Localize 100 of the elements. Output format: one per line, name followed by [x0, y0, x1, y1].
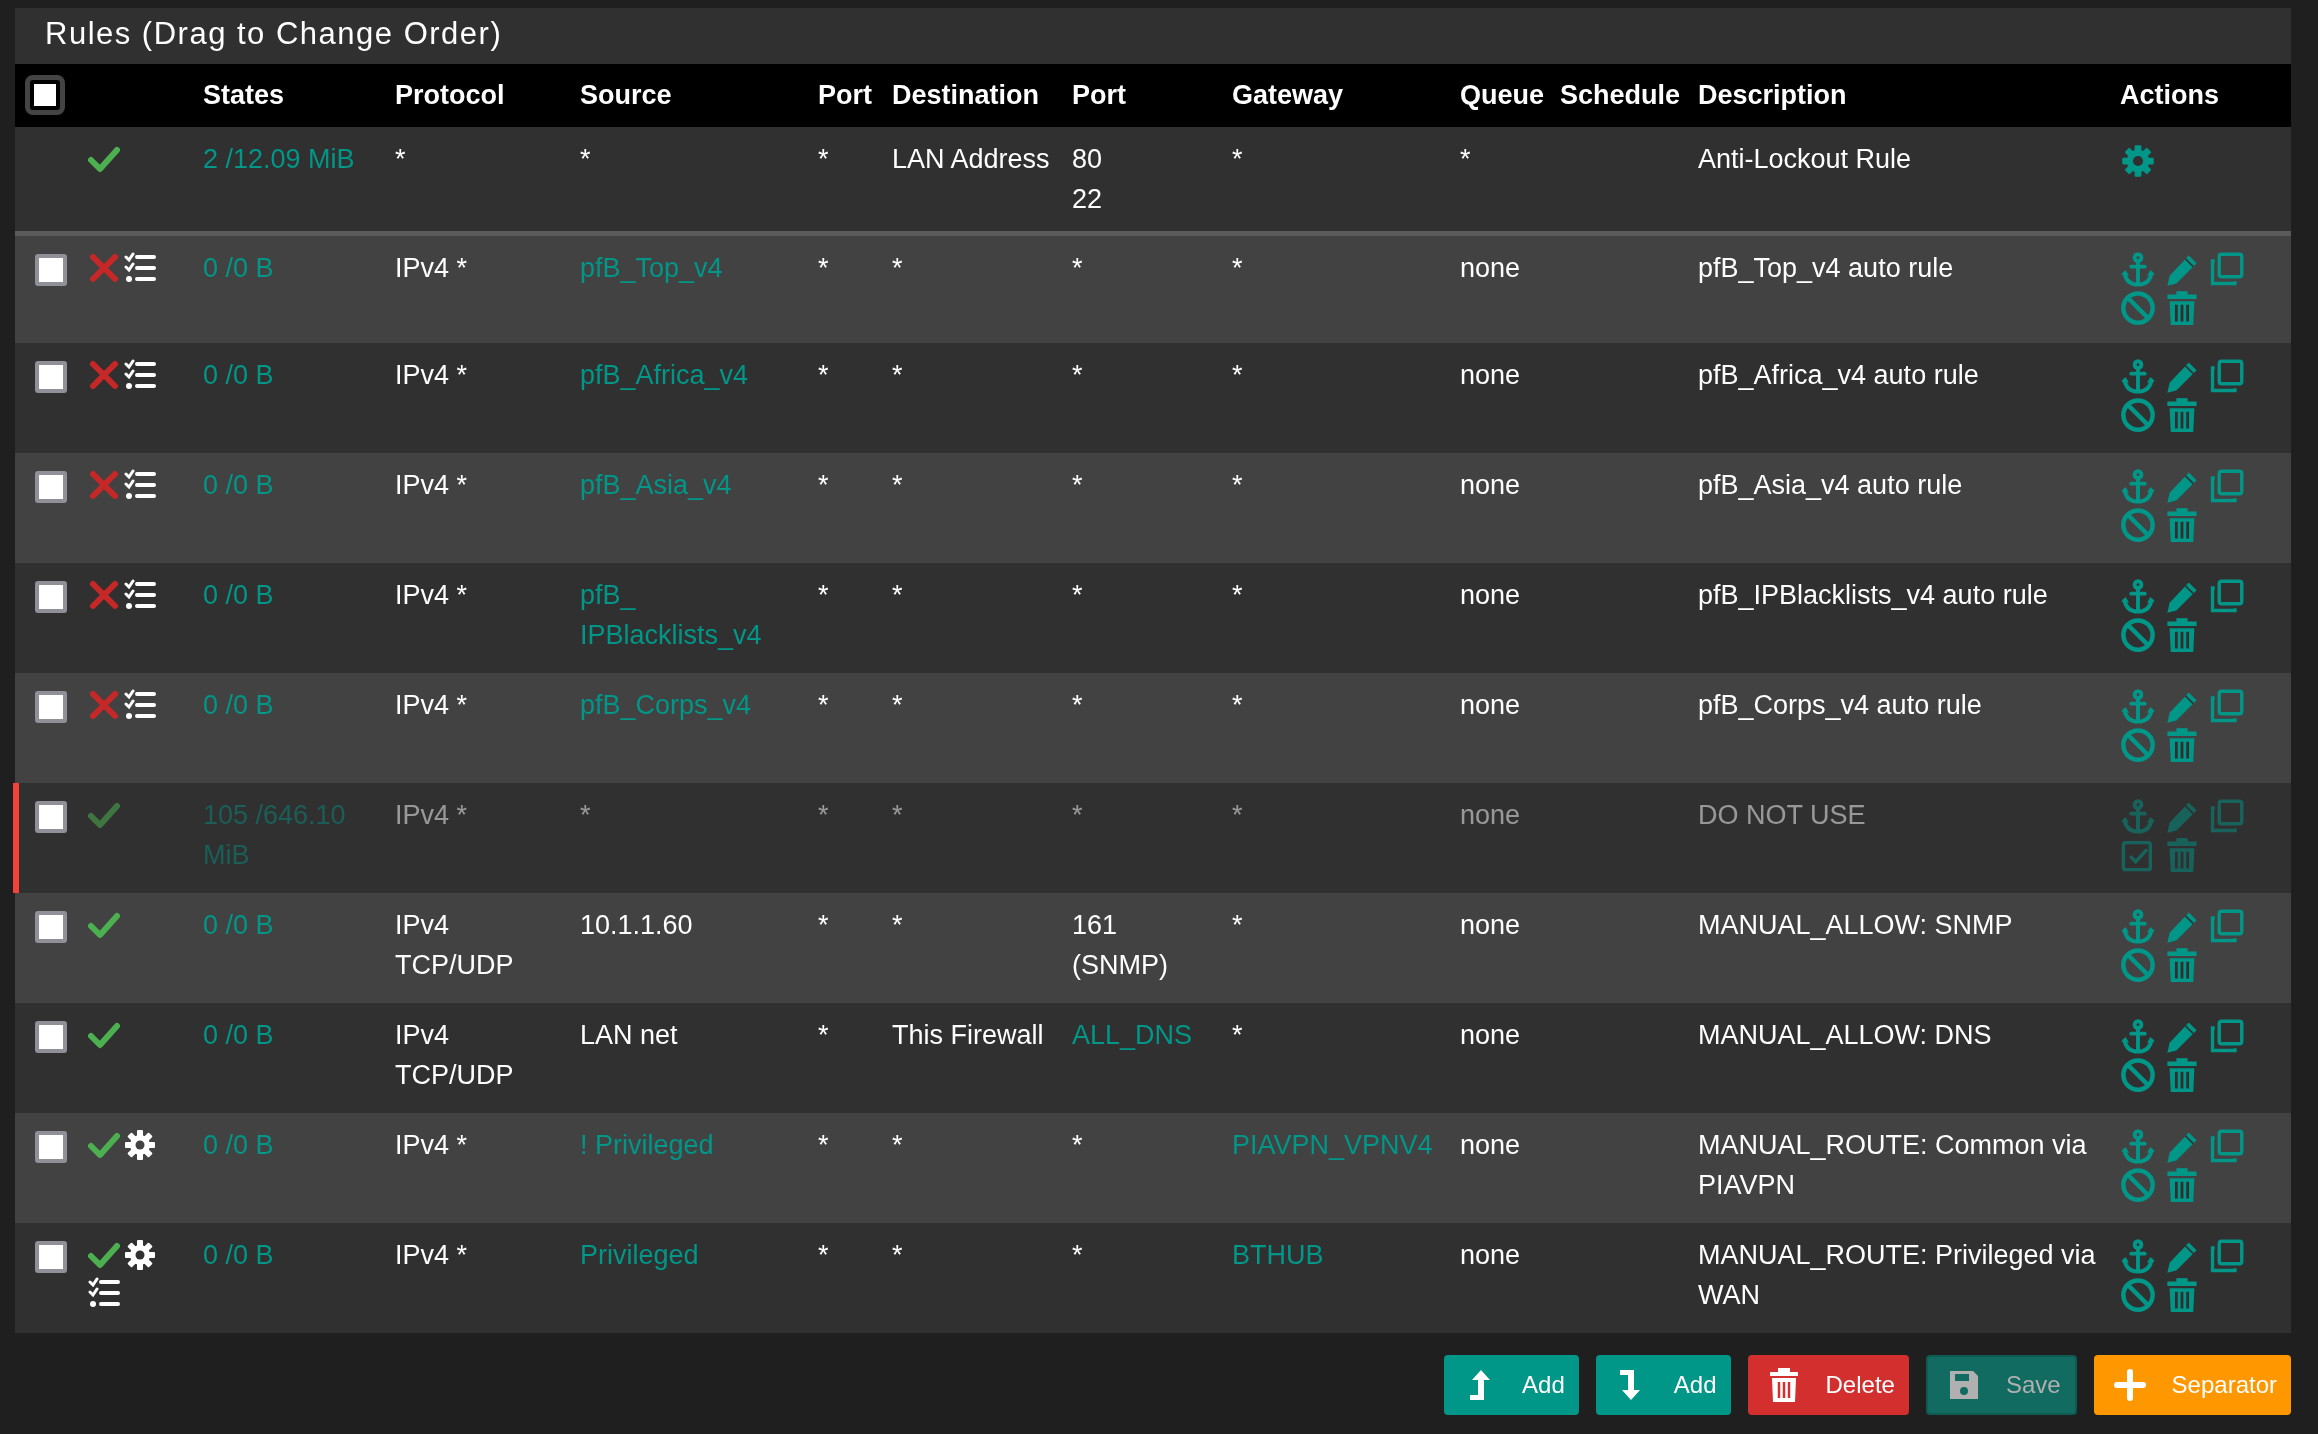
- copy-icon[interactable]: [2208, 469, 2244, 505]
- port-link[interactable]: ALL_DNS: [1072, 1015, 1193, 1055]
- gateway-link[interactable]: PIAVPN_VPNV4: [1232, 1125, 1433, 1165]
- trash-icon[interactable]: [2164, 507, 2200, 543]
- destination-text: *: [892, 251, 903, 285]
- anchor-icon[interactable]: [2120, 909, 2156, 945]
- rule-row[interactable]: 0 /0 B IPv4 * ! Privileged * * * PIAVPN_VPNV4 none MANUAL_ROUTE: Common via PIAVPN: [15, 1113, 2291, 1223]
- states-link[interactable]: 0 /0 B: [203, 355, 274, 395]
- states-link[interactable]: 0 /0 B: [203, 575, 274, 615]
- port-text: *: [818, 799, 829, 832]
- ban-icon[interactable]: [2120, 947, 2156, 983]
- ban-icon[interactable]: [2120, 1277, 2156, 1313]
- rule-row[interactable]: 0 /0 B IPv4 TCP/UDP LAN net * This Firewall ALL_DNS * none MANUAL_ALLOW: DNS: [15, 1003, 2291, 1113]
- copy-icon[interactable]: [2208, 1239, 2244, 1275]
- queue-text: none: [1460, 1019, 1521, 1052]
- anchor-icon[interactable]: [2120, 469, 2156, 505]
- gateway-link[interactable]: BTHUB: [1232, 1235, 1324, 1275]
- anchor-icon[interactable]: [2120, 251, 2156, 288]
- anchor-icon[interactable]: [2120, 1019, 2156, 1055]
- source-link[interactable]: pfB_Africa_v4: [580, 355, 749, 395]
- copy-icon[interactable]: [2208, 909, 2244, 945]
- column-header: Schedule: [1560, 80, 1681, 110]
- protocol-text: IPv4 *: [395, 469, 468, 502]
- copy-icon[interactable]: [2208, 359, 2244, 395]
- row-checkbox[interactable]: [35, 691, 67, 723]
- states-link[interactable]: 0 /0 B: [203, 685, 274, 725]
- rule-row[interactable]: 0 /0 B IPv4 * pfB_Corps_v4 * * * * none pfB_Corps_v4 auto rule: [15, 673, 2291, 783]
- delete-button[interactable]: Delete: [1747, 1355, 1909, 1415]
- gateway-text: *: [1232, 143, 1243, 176]
- row-checkbox[interactable]: [35, 471, 67, 503]
- states-link[interactable]: 2 /12.09 MiB: [203, 139, 355, 179]
- anchor-icon[interactable]: [2120, 689, 2156, 725]
- ban-icon[interactable]: [2120, 507, 2156, 543]
- port-text: *: [818, 689, 829, 722]
- ban-icon[interactable]: [2120, 1167, 2156, 1203]
- source-link[interactable]: pfB_Corps_v4: [580, 685, 752, 725]
- row-checkbox[interactable]: [35, 1131, 67, 1163]
- trash-icon[interactable]: [2164, 617, 2200, 653]
- copy-icon[interactable]: [2208, 1129, 2244, 1165]
- anchor-icon[interactable]: [2120, 1239, 2156, 1275]
- rule-row[interactable]: 2 /12.09 MiB * * * LAN Address 80 22 * * Anti-Lockout Rule: [15, 127, 2291, 233]
- states-link[interactable]: 0 /0 B: [203, 247, 274, 288]
- ban-icon[interactable]: [2120, 727, 2156, 763]
- protocol-text: IPv4 *: [395, 251, 468, 285]
- source-link[interactable]: pfB_Asia_v4: [580, 465, 732, 505]
- states-link[interactable]: 0 /0 B: [203, 1125, 274, 1165]
- gateway-text: *: [1232, 689, 1243, 722]
- row-checkbox[interactable]: [35, 1021, 67, 1053]
- trash-icon[interactable]: [2164, 1277, 2200, 1313]
- rule-row[interactable]: 0 /0 B IPv4 * pfB_Asia_v4 * * * * none pfB_Asia_v4 auto rule: [15, 453, 2291, 563]
- row-checkbox[interactable]: [35, 911, 67, 943]
- settings-icon[interactable]: [2120, 143, 2156, 179]
- separator-button[interactable]: Separator: [2093, 1355, 2291, 1415]
- rule-row[interactable]: 0 /0 B IPv4 TCP/UDP 10.1.1.60 * * 161 (SNMP) * none MANUAL_ALLOW: SNMP: [15, 893, 2291, 1003]
- states-link[interactable]: 0 /0 B: [203, 1235, 274, 1275]
- select-all-checkbox[interactable]: [25, 74, 65, 115]
- port-text: *: [1072, 1129, 1083, 1162]
- protocol-text: IPv4 *: [395, 359, 468, 392]
- row-checkbox[interactable]: [35, 361, 67, 393]
- ban-icon[interactable]: [2120, 617, 2156, 653]
- anchor-icon[interactable]: [2120, 579, 2156, 615]
- trash-icon[interactable]: [2164, 1057, 2200, 1093]
- checklist-icon: [124, 251, 156, 284]
- anchor-icon[interactable]: [2120, 359, 2156, 395]
- ban-icon[interactable]: [2120, 397, 2156, 433]
- source-link[interactable]: ! Privileged: [580, 1125, 714, 1165]
- anchor-icon[interactable]: [2120, 1129, 2156, 1165]
- ban-icon[interactable]: [2120, 289, 2156, 326]
- trash-icon[interactable]: [2164, 397, 2200, 433]
- rule-row[interactable]: 0 /0 B IPv4 * pfB_Top_v4 * * * * none pfB_Top_v4 auto rule: [15, 233, 2291, 343]
- states-link[interactable]: 0 /0 B: [203, 1015, 274, 1055]
- rule-row[interactable]: 0 /0 B IPv4 * pfB_ IPBlacklists_v4 * * * * none pfB_IPBlacklists_v4 auto rule: [15, 563, 2291, 673]
- checklist-icon: [124, 689, 156, 721]
- destination-text: *: [892, 689, 903, 722]
- destination-text: *: [892, 1239, 903, 1272]
- copy-icon[interactable]: [2208, 689, 2244, 725]
- ban-icon[interactable]: [2120, 1057, 2156, 1093]
- plus-icon: [2113, 1367, 2146, 1403]
- trash-icon[interactable]: [2164, 289, 2200, 326]
- row-checkbox[interactable]: [35, 1241, 67, 1273]
- states-link[interactable]: 0 /0 B: [203, 905, 274, 945]
- copy-icon[interactable]: [2208, 1019, 2244, 1055]
- checklist-icon: [124, 359, 156, 391]
- source-link[interactable]: pfB_ IPBlacklists_v4: [580, 575, 804, 655]
- source-text: *: [580, 799, 591, 832]
- row-checkbox[interactable]: [35, 253, 67, 286]
- queue-text: none: [1460, 909, 1521, 942]
- states-link[interactable]: 0 /0 B: [203, 465, 274, 505]
- row-checkbox[interactable]: [35, 581, 67, 613]
- copy-icon[interactable]: [2208, 579, 2244, 615]
- trash-icon[interactable]: [2164, 1167, 2200, 1203]
- trash-icon[interactable]: [2164, 727, 2200, 763]
- source-link[interactable]: Privileged: [580, 1235, 699, 1275]
- add-button[interactable]: Add: [1444, 1355, 1579, 1415]
- copy-icon[interactable]: [2208, 251, 2244, 288]
- rule-row[interactable]: 0 /0 B IPv4 * pfB_Africa_v4 * * * * none pfB_Africa_v4 auto rule: [15, 343, 2291, 453]
- destination-text: *: [892, 799, 903, 832]
- source-link[interactable]: pfB_Top_v4: [580, 247, 723, 288]
- add-button[interactable]: Add: [1595, 1355, 1731, 1415]
- trash-icon[interactable]: [2164, 947, 2200, 983]
